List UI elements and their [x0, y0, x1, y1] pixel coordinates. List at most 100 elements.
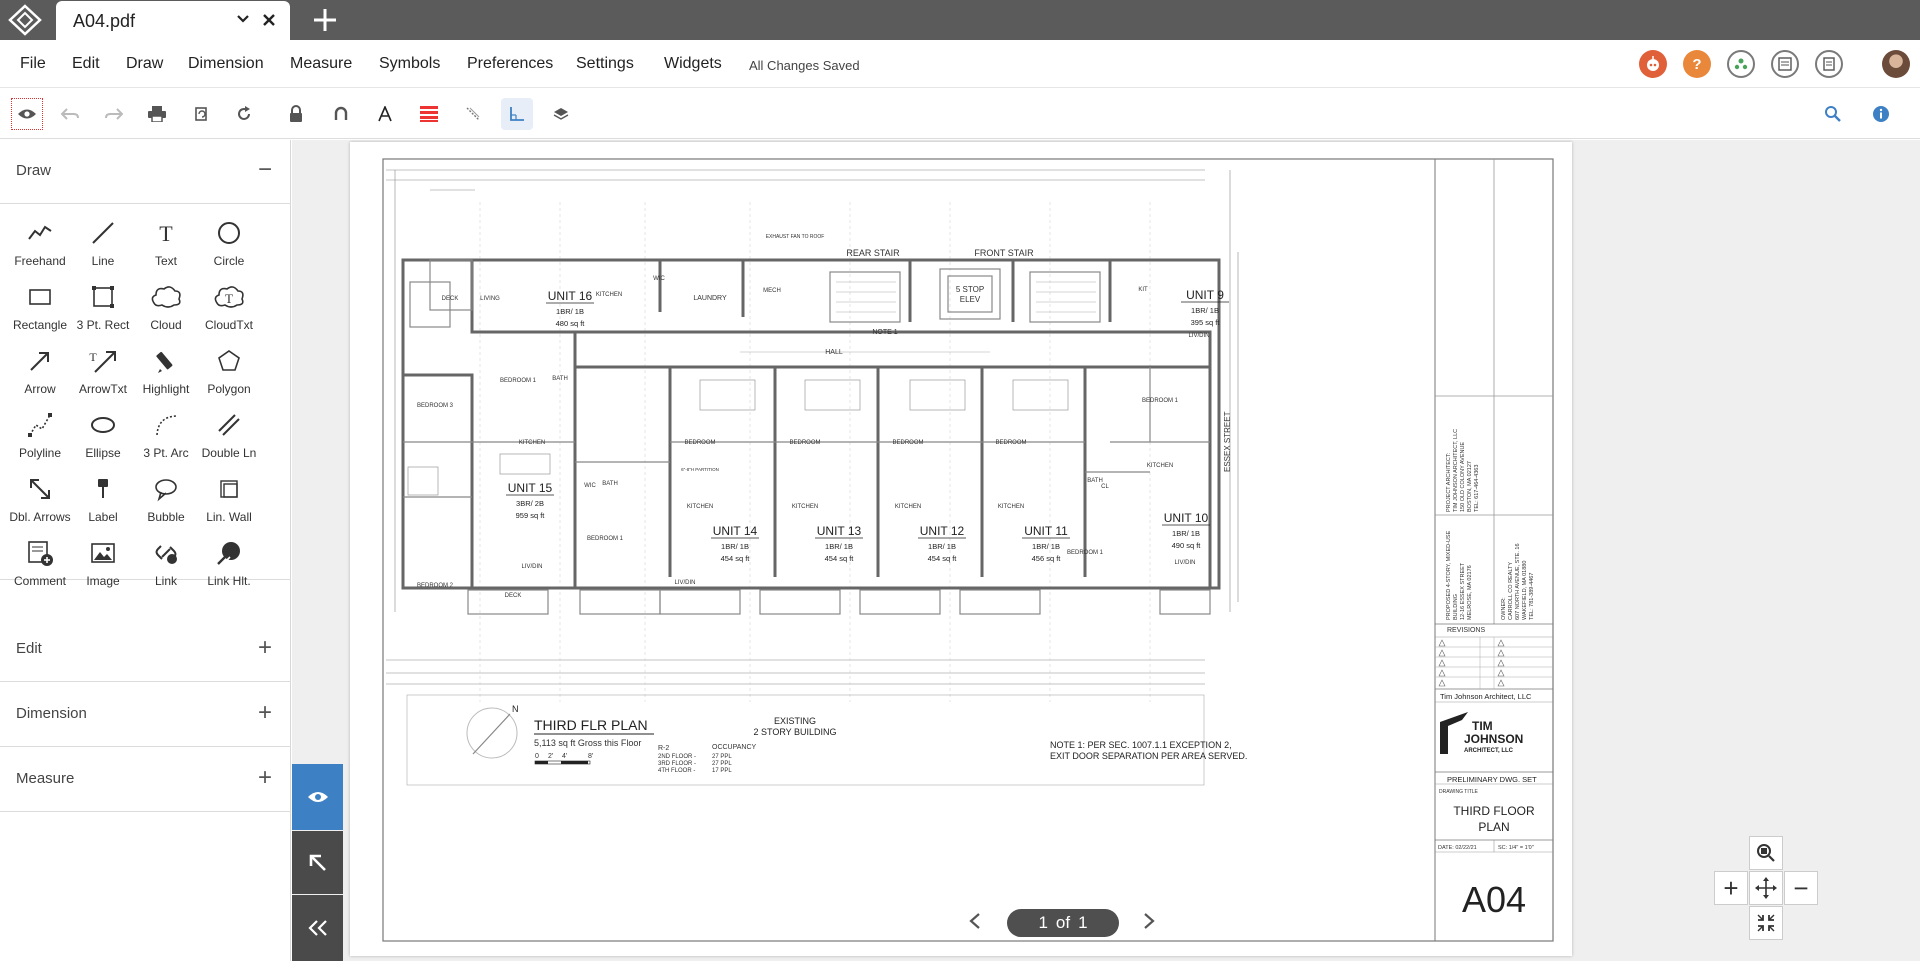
zoom-in-button[interactable]: + [1714, 871, 1748, 905]
print-icon[interactable] [141, 98, 173, 130]
logo-line-1: TIM [1472, 719, 1493, 733]
unit-type: 1BR/ 1B [1191, 306, 1219, 315]
markup-list-icon[interactable] [1771, 50, 1799, 78]
laundry-label: LAUNDRY [693, 295, 727, 302]
view-mode-eye-icon[interactable] [11, 98, 43, 130]
unit12-bedroom-label: BEDROOM [892, 440, 923, 446]
pdf-page[interactable]: REVISIONS Tim Johnson Architect, LLC TIM… [350, 142, 1572, 956]
code-note-line-2: EXIT DOOR SEPARATION PER AREA SERVED. [1050, 751, 1247, 761]
tab-chevron-down-icon[interactable] [236, 12, 250, 31]
edit-section-header[interactable]: Edit + [0, 618, 291, 682]
collapse-panel-tab[interactable] [292, 895, 343, 961]
zoom-out-button[interactable]: − [1784, 871, 1818, 905]
unit-type: 1BR/ 1B [928, 542, 956, 551]
next-page-icon[interactable] [1142, 910, 1156, 936]
tool-linear-wall[interactable]: Lin. Wall [197, 472, 261, 532]
elevator-label-line-2: ELEV [960, 295, 981, 304]
dimension-section-header[interactable]: Dimension + [0, 683, 291, 747]
drawing-title-label: DRAWING TITLE [1439, 789, 1479, 795]
page-indicator[interactable]: 1 of 1 [1007, 909, 1119, 937]
tab-close-icon[interactable] [261, 8, 277, 34]
document-list-icon[interactable] [1815, 50, 1843, 78]
kitchen-label: KITCHEN [596, 292, 622, 298]
refresh-icon[interactable] [228, 98, 260, 130]
collaborate-icon[interactable] [1727, 50, 1755, 78]
menu-dimension[interactable]: Dimension [188, 55, 264, 73]
architect-line-5: TEL: 617-464-4363 [1474, 465, 1480, 512]
measure-section-title: Measure [16, 770, 75, 787]
link-icon [134, 536, 198, 570]
logo-line-3: ARCHITECT, LLC [1464, 748, 1514, 754]
draw-section-header[interactable]: Draw − [0, 140, 291, 204]
select-panel-tab[interactable] [292, 831, 343, 894]
occupancy-count-2: 27 PPL [712, 754, 732, 760]
tool-link-highlight[interactable]: Link Hlt. [197, 536, 261, 596]
polyline-icon [8, 408, 72, 442]
unit14-livdin-label: LIV/DIN [674, 580, 695, 586]
help-icon[interactable]: ? [1683, 50, 1711, 78]
ortho-mode-icon[interactable] [501, 98, 533, 130]
document-tab[interactable]: A04.pdf [56, 1, 290, 40]
previous-page-icon[interactable] [968, 910, 982, 936]
unit15-deck-label: DECK [505, 593, 522, 599]
tool-polygon[interactable]: Polygon [197, 344, 261, 404]
rectangle-icon [8, 280, 72, 314]
expand-plus-icon[interactable]: + [258, 764, 272, 792]
ellipse-icon [71, 408, 135, 442]
unit10-bedroom-label: BEDROOM 1 [1067, 550, 1104, 556]
project-line-2: BUILDING [1453, 594, 1459, 620]
unit12-kitchen-label: KITCHEN [895, 504, 921, 510]
menu-preferences[interactable]: Preferences [467, 55, 553, 73]
assistant-bot-icon[interactable] [1639, 50, 1667, 78]
menu-draw[interactable]: Draw [126, 55, 163, 73]
menu-symbols[interactable]: Symbols [379, 55, 440, 73]
redo-icon[interactable] [98, 98, 130, 130]
bedroom-3-label: BEDROOM 3 [417, 403, 454, 409]
unit11-bedroom-label: BEDROOM [995, 440, 1026, 446]
sheet-number: A04 [1462, 879, 1526, 920]
unit14-bedroom-label: BEDROOM [684, 440, 715, 446]
link-highlight-icon [197, 536, 261, 570]
fit-page-icon[interactable] [1749, 906, 1783, 940]
tool-label: Circle [213, 254, 245, 268]
menu-edit[interactable]: Edit [72, 55, 100, 73]
menu-widgets[interactable]: Widgets [664, 55, 722, 73]
pan-move-icon[interactable] [1749, 871, 1783, 905]
menu-settings[interactable]: Settings [576, 55, 634, 73]
revisions-label: REVISIONS [1447, 627, 1485, 634]
menu-file[interactable]: File [20, 55, 46, 73]
lock-icon[interactable] [280, 98, 312, 130]
fill-color-icon[interactable] [413, 98, 445, 130]
measure-section-header[interactable]: Measure + [0, 748, 291, 812]
front-stair-label: FRONT STAIR [974, 248, 1034, 258]
search-icon[interactable] [1817, 98, 1849, 130]
unit-label-group: UNIT 9 1BR/ 1B 395 sq ft [1181, 288, 1229, 327]
expand-plus-icon[interactable]: + [258, 699, 272, 727]
collapse-minus-icon[interactable]: − [258, 156, 272, 184]
view-panel-tab[interactable] [292, 764, 343, 830]
bedroom-1-label: BEDROOM 1 [500, 378, 537, 384]
menu-measure[interactable]: Measure [290, 55, 352, 73]
undo-icon[interactable] [54, 98, 86, 130]
3pt-arc-icon [134, 408, 198, 442]
unit-label-group: UNIT 15 3BR/ 2B 959 sq ft [506, 481, 554, 520]
new-tab-plus-icon[interactable] [312, 3, 338, 39]
double-chevron-left-icon [307, 920, 327, 936]
tool-cloudtxt[interactable]: T CloudTxt [197, 280, 261, 340]
info-icon[interactable] [1865, 98, 1897, 130]
user-avatar[interactable] [1882, 50, 1910, 78]
expand-plus-icon[interactable]: + [258, 634, 272, 662]
tool-circle[interactable]: Circle [197, 216, 261, 276]
app-root: A04.pdf File Edit Draw Dimension Measure… [0, 0, 1920, 961]
unit-type: 1BR/ 1B [721, 542, 749, 551]
app-logo-icon[interactable] [8, 4, 42, 36]
text-style-icon[interactable] [369, 98, 401, 130]
tool-double-line[interactable]: Double Ln [197, 408, 261, 468]
unit-name: UNIT 12 [920, 524, 965, 538]
magnet-snap-icon[interactable] [325, 98, 357, 130]
rotate-page-icon[interactable] [185, 98, 217, 130]
zoom-window-icon[interactable] [1749, 836, 1783, 870]
layers-icon[interactable] [545, 98, 577, 130]
bubble-icon [134, 472, 198, 506]
line-style-icon[interactable] [457, 98, 489, 130]
